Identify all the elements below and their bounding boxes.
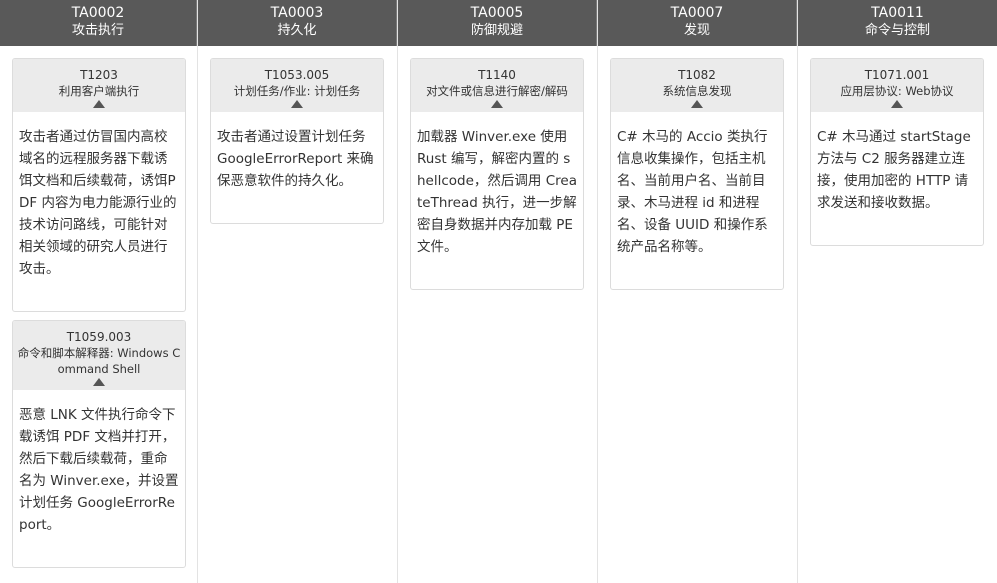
technique-id: T1071.001 xyxy=(864,68,930,82)
tactic-id: TA0003 xyxy=(270,5,324,21)
collapse-triangle-icon[interactable] xyxy=(691,100,703,108)
tactic-id: TA0007 xyxy=(670,5,724,21)
tactic-column-ta0011: TA0011 命令与控制 T1071.001 应用层协议: Web协议 C# 木… xyxy=(798,0,997,583)
tactic-column-ta0007: TA0007 发现 T1082 系统信息发现 C# 木马的 Accio 类执行信… xyxy=(598,0,798,583)
technique-name: 命令和脚本解释器: Windows Command Shell xyxy=(17,346,181,376)
technique-name: 对文件或信息进行解密/解码 xyxy=(426,84,568,98)
collapse-triangle-icon[interactable] xyxy=(891,100,903,108)
tactic-column-ta0002: TA0002 攻击执行 T1203 利用客户端执行 攻击者通过仿冒国内高校域名的… xyxy=(0,0,198,583)
tactic-id: TA0002 xyxy=(71,5,125,21)
tactic-name: 攻击执行 xyxy=(71,23,124,38)
technique-id: T1053.005 xyxy=(264,68,330,82)
tactic-header: TA0005 防御规避 xyxy=(398,0,597,46)
technique-card: T1203 利用客户端执行 攻击者通过仿冒国内高校域名的远程服务器下载诱饵文档和… xyxy=(12,58,186,312)
technique-card: T1082 系统信息发现 C# 木马的 Accio 类执行信息收集操作，包括主机… xyxy=(610,58,784,290)
technique-card: T1140 对文件或信息进行解密/解码 加载器 Winver.exe 使用 Ru… xyxy=(410,58,584,290)
collapse-triangle-icon[interactable] xyxy=(93,378,105,386)
collapse-triangle-icon[interactable] xyxy=(93,100,105,108)
technique-id: T1140 xyxy=(478,68,516,82)
attack-matrix: TA0002 攻击执行 T1203 利用客户端执行 攻击者通过仿冒国内高校域名的… xyxy=(0,0,997,583)
technique-description: 攻击者通过设置计划任务 GoogleErrorReport 来确保恶意软件的持久… xyxy=(217,129,374,189)
technique-card-header[interactable]: T1140 对文件或信息进行解密/解码 xyxy=(411,59,583,112)
tactic-header: TA0002 攻击执行 xyxy=(0,0,197,46)
technique-id: T1203 xyxy=(80,68,118,82)
tactic-header: TA0007 发现 xyxy=(598,0,797,46)
technique-card-header[interactable]: T1203 利用客户端执行 xyxy=(13,59,185,112)
collapse-triangle-icon[interactable] xyxy=(491,100,503,108)
tactic-column-ta0005: TA0005 防御规避 T1140 对文件或信息进行解密/解码 加载器 Winv… xyxy=(398,0,598,583)
technique-card: T1071.001 应用层协议: Web协议 C# 木马通过 startStag… xyxy=(810,58,984,246)
technique-card-header[interactable]: T1059.003 命令和脚本解释器: Windows Command Shel… xyxy=(13,321,185,390)
technique-card-header[interactable]: T1082 系统信息发现 xyxy=(611,59,783,112)
tactic-name: 持久化 xyxy=(277,23,317,38)
technique-id: T1059.003 xyxy=(66,330,132,344)
technique-name: 计划任务/作业: 计划任务 xyxy=(233,84,361,98)
technique-description: 恶意 LNK 文件执行命令下载诱饵 PDF 文档并打开，然后下载后续载荷，重命名… xyxy=(19,407,179,533)
technique-description: 加载器 Winver.exe 使用 Rust 编写，解密内置的 shellcod… xyxy=(417,129,577,255)
tactic-column-ta0003: TA0003 持久化 T1053.005 计划任务/作业: 计划任务 攻击者通过… xyxy=(198,0,398,583)
tactic-id: TA0005 xyxy=(470,5,524,21)
tactic-header: TA0003 持久化 xyxy=(198,0,397,46)
collapse-triangle-icon[interactable] xyxy=(291,100,303,108)
technique-description: 攻击者通过仿冒国内高校域名的远程服务器下载诱饵文档和后续载荷，诱饵PDF 内容为… xyxy=(19,129,177,277)
technique-description: C# 木马通过 startStage 方法与 C2 服务器建立连接，使用加密的 … xyxy=(817,129,971,211)
technique-card: T1053.005 计划任务/作业: 计划任务 攻击者通过设置计划任务 Goog… xyxy=(210,58,384,224)
technique-name: 应用层协议: Web协议 xyxy=(840,84,954,98)
tactic-id: TA0011 xyxy=(871,5,924,21)
tactic-header: TA0011 命令与控制 xyxy=(798,0,997,46)
technique-name: 系统信息发现 xyxy=(662,84,732,98)
technique-id: T1082 xyxy=(678,68,716,82)
tactic-name: 命令与控制 xyxy=(864,23,930,38)
technique-name: 利用客户端执行 xyxy=(58,84,140,98)
technique-card-header[interactable]: T1053.005 计划任务/作业: 计划任务 xyxy=(211,59,383,112)
technique-card: T1059.003 命令和脚本解释器: Windows Command Shel… xyxy=(12,320,186,568)
technique-description: C# 木马的 Accio 类执行信息收集操作，包括主机名、当前用户名、当前目录、… xyxy=(617,129,768,255)
technique-card-header[interactable]: T1071.001 应用层协议: Web协议 xyxy=(811,59,983,112)
tactic-name: 防御规避 xyxy=(470,23,523,38)
tactic-name: 发现 xyxy=(683,23,710,38)
